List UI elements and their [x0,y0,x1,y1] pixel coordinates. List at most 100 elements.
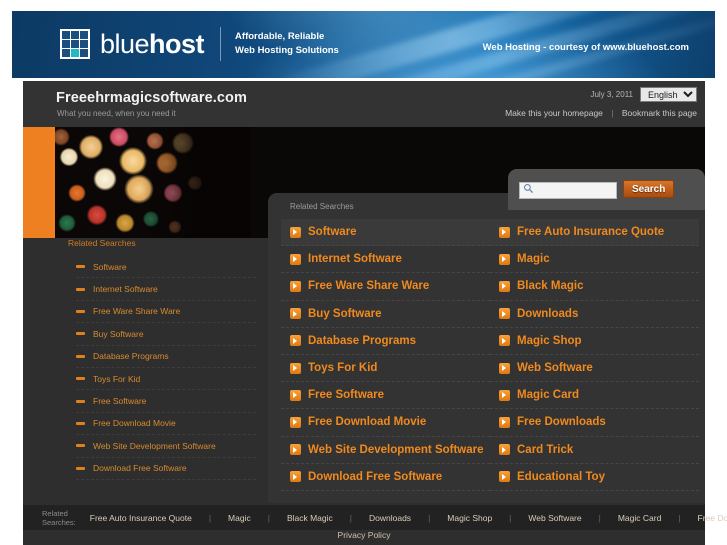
result-item[interactable]: Software [281,219,490,247]
sidebar-item-label: Toys For Kid [93,373,141,384]
footer-separator: | [598,512,601,523]
result-item-label: Web Software [517,362,593,375]
result-item-label: Free Downloads [517,416,606,429]
sidebar-item[interactable]: Free Ware Share Ware [76,301,256,324]
result-item-label: Educational Toy [517,470,605,483]
result-item-label: Free Auto Insurance Quote [517,226,665,239]
footer-link[interactable]: Web Software [528,513,581,523]
dash-bullet-icon [76,466,85,470]
banner-tagline: Affordable, Reliable Web Hosting Solutio… [235,30,339,58]
dash-bullet-icon [76,265,85,269]
result-item[interactable]: Free Ware Share Ware [281,273,490,301]
dash-bullet-icon [76,309,85,313]
footer-link[interactable]: Black Magic [287,513,333,523]
site-container: Freeehrmagicsoftware.com What you need, … [23,81,705,545]
bluehost-logo[interactable]: bluehost Affordable, Reliable Web Hostin… [60,27,339,61]
result-item-label: Database Programs [308,334,417,347]
page-root: bluehost Affordable, Reliable Web Hostin… [0,0,727,545]
dash-bullet-icon [76,287,85,291]
result-item[interactable]: Toys For Kid [281,355,490,383]
sidebar-item[interactable]: Free Download Movie [76,413,256,436]
arrow-bullet-icon [499,308,510,320]
arrow-bullet-icon [499,362,510,374]
footer-link[interactable]: Magic Shop [447,513,492,523]
result-item[interactable]: Internet Software [281,246,490,274]
arrow-bullet-icon [290,471,301,483]
language-select[interactable]: English [640,87,697,102]
sidebar-item-label: Software [93,261,127,272]
header-right: July 3, 2011 English Make this your home… [505,87,697,118]
footer-link[interactable]: Downloads [369,513,411,523]
result-item[interactable]: Black Magic [490,273,699,301]
footer-link[interactable]: Magic [228,513,251,523]
dash-bullet-icon [76,354,85,358]
results-panel: Related Searches Software Free Auto Insur… [268,193,705,503]
banner-credit: Web Hosting - courtesy of www.bluehost.c… [482,42,689,53]
result-item[interactable]: Free Download Movie [281,409,490,437]
result-item-label: Card Trick [517,443,574,456]
search-input[interactable] [519,181,617,199]
footer-link[interactable]: Free Auto Insurance Quote [90,513,192,523]
result-item[interactable]: Buy Software [281,301,490,328]
header-links: Make this your homepage | Bookmark this … [505,108,697,118]
dash-bullet-icon [76,421,85,425]
footer-link[interactable]: Magic Card [618,513,661,523]
sidebar-label: Related Searches [68,238,136,248]
arrow-bullet-icon [290,280,301,292]
arrow-bullet-icon [290,253,301,265]
make-homepage-link[interactable]: Make this your homepage [505,108,603,118]
result-item-label: Downloads [517,307,579,320]
footer-link[interactable]: Free Downloads [698,513,727,523]
result-item[interactable]: Downloads [490,301,699,328]
sidebar-item-label: Web Site Development Software [93,440,216,451]
dash-bullet-icon [76,399,85,403]
bluehost-banner: bluehost Affordable, Reliable Web Hostin… [12,11,715,78]
wordmark-blue: blue [100,28,150,59]
result-item[interactable]: Web Software [490,355,699,383]
sidebar-item[interactable]: Toys For Kid [76,368,256,391]
sidebar-item[interactable]: Download Free Software [76,458,256,480]
result-item[interactable]: Database Programs [281,328,490,355]
result-item-label: Web Site Development Software [308,443,484,456]
grid-icon [60,29,90,59]
footer-separator: | [678,512,681,523]
result-item[interactable]: Free Auto Insurance Quote [490,219,699,247]
result-item[interactable]: Free Software [281,382,490,410]
sidebar-item[interactable]: Free Software [76,390,256,413]
sidebar-item[interactable]: Software [76,256,256,279]
footer-separator: | [428,512,431,523]
sidebar-item[interactable]: Internet Software [76,278,256,301]
result-item[interactable]: Educational Toy [490,464,699,491]
result-item[interactable]: Magic [490,246,699,274]
arrow-bullet-icon [499,471,510,483]
result-item-label: Magic Shop [517,334,582,347]
result-item[interactable]: Magic Card [490,382,699,410]
privacy-policy-link[interactable]: Privacy Policy [23,530,705,540]
result-item[interactable]: Magic Shop [490,328,699,355]
result-item-label: Internet Software [308,253,402,266]
search-button[interactable]: Search [623,180,675,199]
dash-bullet-icon [76,332,85,336]
arrow-bullet-icon [290,362,301,374]
footer-separator: | [208,512,212,523]
result-item[interactable]: Download Free Software [281,464,490,491]
footer-separator: | [509,512,512,523]
footer-bar: Related Searches: Free Auto Insurance Qu… [23,505,727,530]
result-item[interactable]: Web Site Development Software [281,437,490,464]
site-header: Freeehrmagicsoftware.com What you need, … [23,81,705,127]
search-box-inner: Search [519,180,675,199]
header-date-row: July 3, 2011 English [505,87,697,102]
results-panel-label: Related Searches [290,202,354,211]
current-date: July 3, 2011 [590,90,633,99]
result-item[interactable]: Card Trick [490,437,699,464]
header-link-separator: | [611,108,614,118]
sidebar-item[interactable]: Buy Software [76,323,256,346]
bookmark-page-link[interactable]: Bookmark this page [622,108,697,118]
arrow-bullet-icon [499,335,510,347]
footer-separator: | [267,512,270,523]
sidebar-item[interactable]: Database Programs [76,346,256,368]
result-item-label: Software [308,226,357,239]
result-item[interactable]: Free Downloads [490,409,699,437]
sidebar-item[interactable]: Web Site Development Software [76,435,256,458]
hero-bokeh-image [55,127,251,238]
